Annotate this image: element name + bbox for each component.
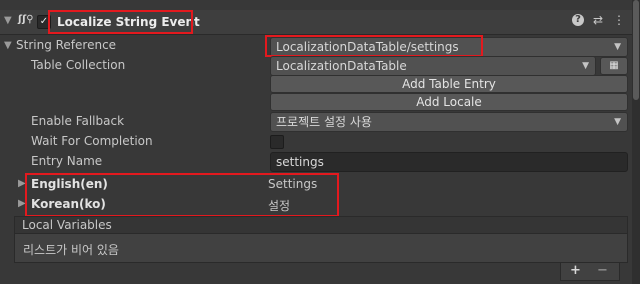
add-table-entry-button[interactable]: Add Table Entry: [270, 75, 628, 93]
entry-name-value: settings: [276, 155, 324, 169]
chevron-down-icon: ▼: [582, 61, 589, 71]
enable-fallback-dropdown[interactable]: 프로젝트 설정 사용 ▼: [270, 112, 628, 132]
presets-icon[interactable]: ⇄: [593, 13, 603, 27]
table-collection-label: Table Collection: [31, 58, 126, 72]
scrollbar-thumb[interactable]: [633, 0, 639, 100]
wait-for-completion-checkbox[interactable]: [270, 135, 284, 149]
table-collection-value: LocalizationDataTable: [276, 59, 407, 73]
open-table-editor-button[interactable]: ▦: [600, 57, 628, 75]
add-locale-button[interactable]: Add Locale: [270, 93, 628, 111]
enable-fallback-value: 프로젝트 설정 사용: [276, 115, 372, 129]
chevron-down-icon: ▼: [614, 117, 621, 127]
enable-fallback-label: Enable Fallback: [31, 114, 125, 128]
help-icon[interactable]: ?: [572, 14, 584, 26]
local-variables-header: Local Variables: [14, 216, 628, 234]
wait-for-completion-label: Wait For Completion: [31, 134, 153, 148]
highlight-string-reference: [265, 35, 483, 57]
entry-name-label: Entry Name: [31, 154, 103, 168]
chevron-down-icon: ▼: [614, 42, 621, 52]
local-variables-title: Local Variables: [22, 218, 112, 232]
table-editor-icon: ▦: [609, 60, 619, 71]
kebab-menu-icon[interactable]: ⋮: [613, 13, 625, 27]
string-reference-label: String Reference: [16, 38, 117, 52]
table-collection-dropdown[interactable]: LocalizationDataTable ▼: [270, 56, 596, 76]
string-reference-foldout-icon[interactable]: ▼: [4, 40, 12, 51]
collapse-arrow-icon[interactable]: ▼: [4, 15, 12, 26]
remove-variable-button[interactable]: −: [597, 263, 608, 278]
empty-list-text: 리스트가 비어 있음: [23, 243, 119, 257]
entry-name-input[interactable]: settings: [270, 152, 628, 172]
local-variables-list: 리스트가 비어 있음: [14, 234, 628, 263]
list-footer: [560, 263, 620, 281]
highlight-component-title: [48, 10, 193, 34]
highlight-locales: [25, 173, 339, 217]
add-variable-button[interactable]: +: [570, 263, 581, 278]
localize-script-icon: ʃʃ⚲: [18, 14, 34, 25]
